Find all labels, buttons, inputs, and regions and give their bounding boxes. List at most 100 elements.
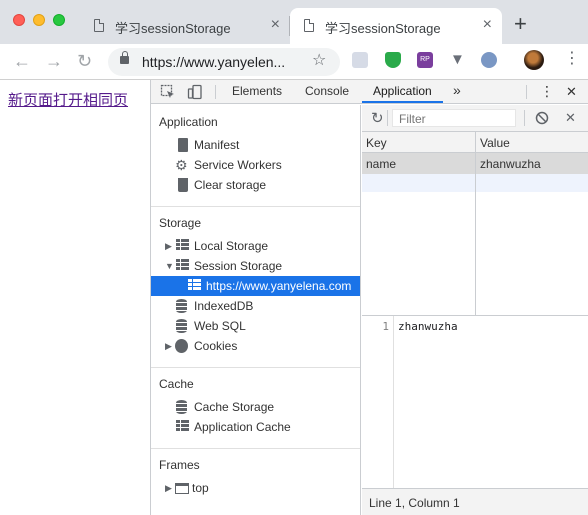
tab-close-button[interactable]: ×: [483, 17, 492, 33]
gear-icon: ⚙: [175, 157, 188, 173]
toolbar-divider: [387, 110, 388, 126]
bookmark-star-icon[interactable]: ☆: [312, 50, 326, 70]
sidebar-item-label: Web SQL: [194, 319, 246, 333]
reload-button[interactable]: ↻: [77, 51, 92, 71]
collapse-triangle-icon[interactable]: ▼: [165, 261, 174, 271]
sidebar-item-web-sql[interactable]: Web SQL: [151, 316, 360, 336]
section-title-frames: Frames: [159, 458, 200, 472]
open-same-page-link[interactable]: 新页面打开相同页: [8, 89, 128, 110]
expand-triangle-icon[interactable]: ▶: [165, 241, 172, 252]
page-icon: [94, 19, 104, 32]
inspect-element-icon[interactable]: [160, 84, 176, 100]
section-title-cache: Cache: [159, 377, 194, 391]
devtools-menu-icon[interactable]: ⋮: [540, 83, 554, 100]
column-header-value[interactable]: Value: [480, 136, 510, 150]
split-divider[interactable]: [362, 315, 588, 316]
minimize-window-button[interactable]: [33, 14, 45, 26]
sidebar-item-session-storage[interactable]: ▼ Session Storage: [151, 256, 360, 276]
sidebar-item-label: Local Storage: [194, 239, 269, 253]
filter-input[interactable]: [392, 109, 516, 127]
browser-tab-1[interactable]: 学习sessionStorage ×: [80, 8, 290, 44]
file-icon: [178, 138, 188, 152]
section-divider: [151, 367, 360, 368]
browser-tab-2[interactable]: 学习sessionStorage ×: [290, 8, 502, 44]
sidebar-item-clear-storage[interactable]: Clear storage: [151, 175, 360, 195]
storage-toolbar: ↻ ✕: [362, 105, 588, 132]
delete-selected-icon[interactable]: ✕: [565, 110, 576, 126]
tab-close-button[interactable]: ×: [271, 17, 280, 33]
toolbar-divider: [215, 85, 216, 99]
rp-icon[interactable]: RP: [417, 52, 433, 68]
sidebar-item-cookies[interactable]: ▶ Cookies: [151, 336, 360, 356]
vimium-icon[interactable]: ▼: [450, 52, 466, 68]
close-window-button[interactable]: [13, 14, 25, 26]
sidebar-item-label: https://www.yanyelena.com: [206, 279, 352, 293]
devtools-tabbar: Elements Console Application » ⋮ ✕: [151, 80, 588, 104]
sidebar-item-indexeddb[interactable]: IndexedDB: [151, 296, 360, 316]
line-number: 1: [382, 320, 389, 333]
section-divider: [151, 206, 360, 207]
devtools-panel: Elements Console Application » ⋮ ✕ Appli…: [150, 80, 588, 515]
ext-light-icon[interactable]: [352, 52, 368, 68]
back-button[interactable]: ←: [13, 51, 31, 71]
value-preview[interactable]: zhanwuzha: [398, 320, 458, 333]
database-icon: [176, 299, 187, 313]
table-grid-icon: [188, 279, 202, 293]
forward-button[interactable]: →: [45, 51, 63, 71]
sidebar-item-label: Cache Storage: [194, 400, 275, 414]
table-grid-icon: [176, 259, 190, 273]
lock-icon: [120, 51, 129, 64]
section-title-storage: Storage: [159, 216, 202, 230]
trash-icon: [178, 178, 188, 192]
table-grid-icon: [176, 420, 190, 434]
sidebar-item-service-workers[interactable]: ⚙ Service Workers: [151, 155, 360, 175]
clear-all-icon[interactable]: [535, 111, 549, 125]
expand-triangle-icon[interactable]: ▶: [165, 341, 172, 352]
cell-key[interactable]: name: [366, 157, 396, 171]
url-text: https://www.yanyelen...: [142, 54, 286, 70]
more-tabs-button[interactable]: »: [453, 82, 461, 98]
tab-strip: 学习sessionStorage × 学习sessionStorage × +: [0, 0, 588, 44]
column-divider[interactable]: [475, 132, 476, 316]
sidebar-item-session-origin[interactable]: https://www.yanyelena.com: [151, 276, 360, 296]
line-gutter: 1: [362, 316, 394, 488]
database-icon: [176, 319, 187, 333]
profile-avatar[interactable]: [524, 50, 544, 70]
refresh-icon[interactable]: ↻: [371, 109, 384, 127]
sidebar-item-label: top: [192, 481, 209, 495]
tab-elements[interactable]: Elements: [232, 84, 282, 98]
expand-triangle-icon[interactable]: ▶: [165, 483, 172, 494]
column-header-key[interactable]: Key: [366, 136, 387, 150]
sidebar-item-frame-top[interactable]: ▶ top: [151, 478, 360, 498]
database-icon: [176, 400, 187, 414]
application-sidebar: Application Manifest ⚙ Service Workers C…: [151, 105, 361, 515]
tab-console[interactable]: Console: [305, 84, 349, 98]
address-bar[interactable]: https://www.yanyelen...: [108, 48, 340, 76]
active-tab-indicator: [362, 101, 443, 103]
sidebar-item-label: Session Storage: [194, 259, 283, 273]
sidebar-item-local-storage[interactable]: ▶ Local Storage: [151, 236, 360, 256]
circle-ext-icon[interactable]: [481, 52, 497, 68]
sidebar-item-manifest[interactable]: Manifest: [151, 135, 360, 155]
section-title-application: Application: [159, 115, 218, 129]
browser-toolbar: ← → ↻ https://www.yanyelen...: [0, 44, 588, 80]
tab-title: 学习sessionStorage: [325, 21, 441, 36]
shield-check-icon[interactable]: [385, 52, 401, 68]
tab-application[interactable]: Application: [373, 84, 432, 98]
sidebar-item-label: Manifest: [194, 138, 240, 152]
devtools-close-button[interactable]: ✕: [566, 84, 577, 100]
device-toolbar-icon[interactable]: [187, 84, 203, 100]
sidebar-item-application-cache[interactable]: Application Cache: [151, 417, 360, 437]
sidebar-item-cache-storage[interactable]: Cache Storage: [151, 397, 360, 417]
storage-view: ↻ ✕ Key Value name zhanwuzha 1 zhanwuzha…: [362, 105, 588, 515]
toolbar-divider: [524, 110, 525, 126]
cell-value[interactable]: zhanwuzha: [480, 157, 541, 171]
new-tab-button[interactable]: +: [514, 13, 527, 35]
cursor-position: Line 1, Column 1: [369, 496, 460, 510]
zoom-window-button[interactable]: [53, 14, 65, 26]
sidebar-item-label: Service Workers: [194, 158, 282, 172]
sidebar-item-label: IndexedDB: [194, 299, 254, 313]
browser-menu-icon[interactable]: ⋮: [564, 50, 580, 68]
tab-title: 学习sessionStorage: [115, 21, 231, 36]
frame-icon: [175, 483, 189, 494]
